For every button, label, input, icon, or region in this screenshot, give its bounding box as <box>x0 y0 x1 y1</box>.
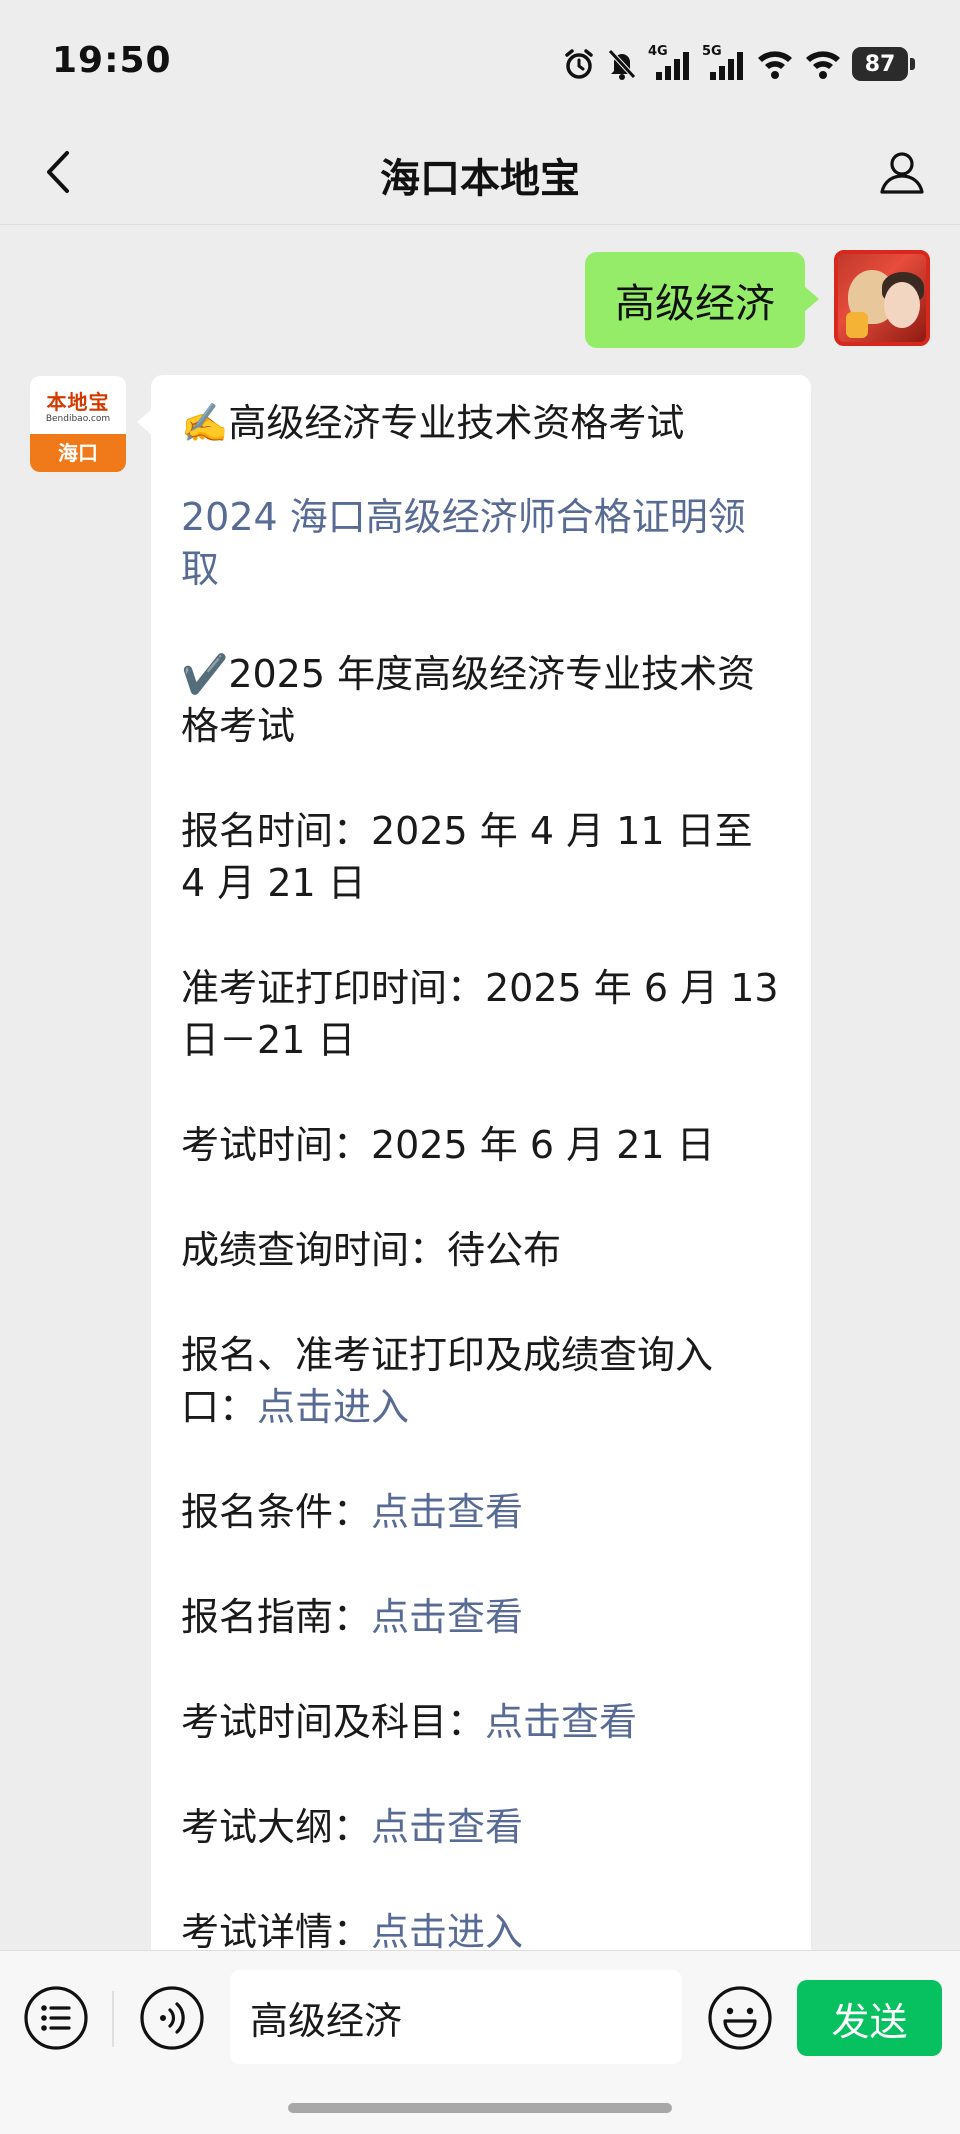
status-time: 19:50 <box>52 40 172 81</box>
voice-icon <box>140 1986 204 2050</box>
list-icon <box>24 1986 88 2050</box>
message-heading: ✍️高级经济专业技术资格考试 <box>181 401 685 445</box>
conditions-label: 报名条件： <box>181 1490 372 1534</box>
profile-button[interactable] <box>872 142 932 202</box>
bot-avatar[interactable]: 本地宝 Bendibao.com 海口 <box>30 376 126 472</box>
signal-4g-icon: 4G <box>648 44 692 82</box>
syllabus-link[interactable]: 点击查看 <box>371 1805 523 1849</box>
details-label: 考试详情： <box>181 1910 372 1950</box>
signal-5g-icon: 5G <box>702 44 746 82</box>
subjects-line: 考试时间及科目：点击查看 <box>181 1696 781 1748</box>
battery-indicator: 87 <box>852 47 915 81</box>
wifi-icon-2 <box>804 48 842 80</box>
emoji-button[interactable] <box>706 1984 774 2052</box>
subjects-label: 考试时间及科目： <box>181 1700 486 1744</box>
chat-header: 海口本地宝 <box>0 120 960 225</box>
status-bar: 19:50 4G 5G 87 <box>0 0 960 120</box>
syllabus-line: 考试大纲：点击查看 <box>181 1801 781 1853</box>
voice-button[interactable] <box>138 1984 206 2052</box>
emoji-icon <box>708 1986 772 2050</box>
details-link[interactable]: 点击进入 <box>371 1910 523 1950</box>
bot-logo-city: 海口 <box>30 434 126 472</box>
send-button[interactable]: 发送 <box>797 1980 942 2056</box>
subjects-link[interactable]: 点击查看 <box>485 1700 637 1744</box>
user-avatar[interactable] <box>834 250 930 346</box>
admission-print-time: 准考证打印时间：2025 年 6 月 13 日－21 日 <box>181 966 779 1062</box>
entry-link[interactable]: 点击进入 <box>257 1385 409 1429</box>
conditions-link[interactable]: 点击查看 <box>371 1490 523 1534</box>
alarm-icon <box>562 47 596 81</box>
syllabus-label: 考试大纲： <box>181 1805 372 1849</box>
status-icons: 4G 5G 87 <box>562 44 915 84</box>
mute-bell-icon <box>606 47 638 81</box>
message-input[interactable]: 高级经济 <box>230 1970 682 2064</box>
home-indicator[interactable] <box>288 2103 672 2113</box>
bot-logo-sub: Bendibao.com <box>45 414 111 424</box>
user-message-bubble[interactable]: 高级经济 <box>585 252 819 348</box>
exam-time: 考试时间：2025 年 6 月 21 日 <box>181 1123 715 1167</box>
entry-line: 报名、准考证打印及成绩查询入口：点击进入 <box>181 1329 781 1433</box>
link-2024-certificate[interactable]: 2024 海口高级经济师合格证明领取 <box>181 491 781 595</box>
score-query-time: 成绩查询时间：待公布 <box>181 1228 562 1272</box>
registration-time: 报名时间：2025 年 4 月 11 日至 4 月 21 日 <box>181 809 753 905</box>
message-subheading: ✔️2025 年度高级经济专业技术资格考试 <box>181 652 756 748</box>
chat-area[interactable]: 高级经济 本地宝 Bendibao.com 海口 ✍️高级经济专业技术资格考试 … <box>0 225 960 1950</box>
person-icon <box>880 152 924 194</box>
conditions-line: 报名条件：点击查看 <box>181 1486 781 1538</box>
guide-label: 报名指南： <box>181 1595 372 1639</box>
wifi-icon <box>756 48 794 80</box>
guide-line: 报名指南：点击查看 <box>181 1591 781 1643</box>
chat-title: 海口本地宝 <box>380 156 580 202</box>
details-line: 考试详情：点击进入 <box>181 1906 781 1950</box>
guide-link[interactable]: 点击查看 <box>371 1595 523 1639</box>
menu-button[interactable] <box>22 1984 90 2052</box>
divider <box>112 1991 114 2047</box>
bot-logo-text: 本地宝 <box>46 390 110 414</box>
bot-message-bubble[interactable]: ✍️高级经济专业技术资格考试 2024 海口高级经济师合格证明领取 ✔️2025… <box>137 375 811 1950</box>
